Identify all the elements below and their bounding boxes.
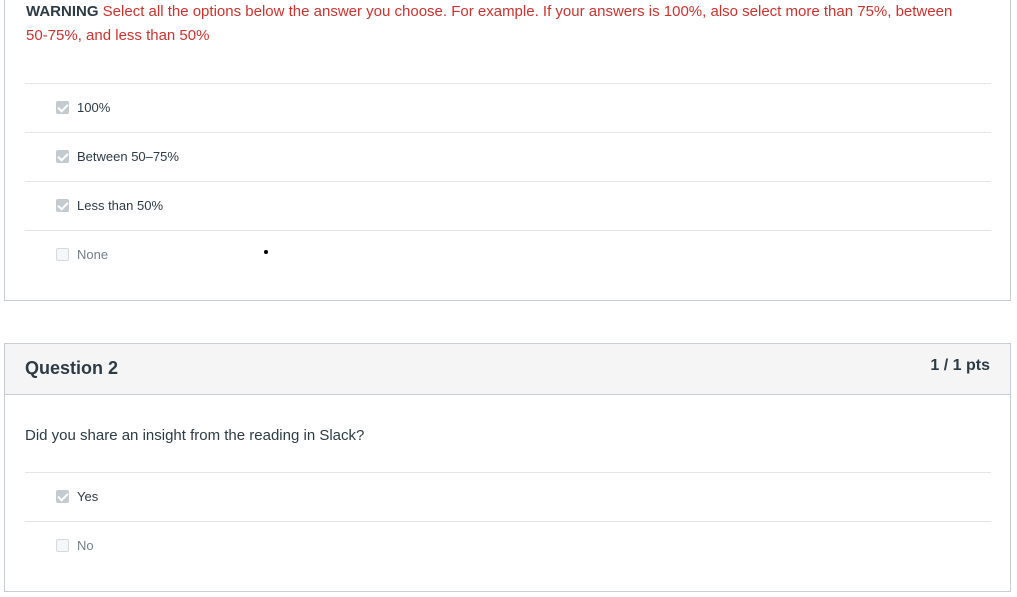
checkbox-checked-icon xyxy=(56,101,69,114)
checkbox-unchecked-icon xyxy=(56,539,69,552)
answer-option: Less than 50% xyxy=(25,181,991,230)
checkbox-checked-icon xyxy=(56,490,69,503)
answer-option: No xyxy=(25,521,991,570)
question-1-instruction: Select all the options below the answer … xyxy=(26,3,953,44)
question-1-text: WARNING Select all the options below the… xyxy=(26,0,966,48)
checkbox-checked-icon xyxy=(56,199,69,212)
question-2-answers: Yes No xyxy=(25,472,991,570)
question-1-answers: 100% Between 50–75% Less than 50% None xyxy=(25,83,991,279)
question-points: 1 / 1 pts xyxy=(930,357,990,374)
question-2-card: Question 2 1 / 1 pts Did you share an in… xyxy=(4,343,1011,592)
question-2-header: Question 2 1 / 1 pts xyxy=(5,344,1010,395)
answer-option: Between 50–75% xyxy=(25,132,991,181)
answer-label: None xyxy=(77,247,109,262)
answer-label: 100% xyxy=(77,100,111,115)
answer-option: Yes xyxy=(25,472,991,521)
checkbox-checked-icon xyxy=(56,150,69,163)
answer-label: Between 50–75% xyxy=(77,149,179,164)
answer-label: Less than 50% xyxy=(77,198,164,213)
question-title: Question 2 xyxy=(25,358,119,378)
checkbox-unchecked-icon xyxy=(56,248,69,261)
quiz-results-page: WARNING Select all the options below the… xyxy=(0,0,1017,597)
cursor-dot xyxy=(264,250,268,254)
answer-label: Yes xyxy=(77,489,99,504)
answer-option: 100% xyxy=(25,83,991,132)
answer-label: No xyxy=(77,538,94,553)
question-1-card: WARNING Select all the options below the… xyxy=(4,0,1011,301)
answer-option: None xyxy=(25,230,991,279)
warning-label: WARNING xyxy=(26,3,99,20)
question-2-text: Did you share an insight from the readin… xyxy=(25,427,365,444)
